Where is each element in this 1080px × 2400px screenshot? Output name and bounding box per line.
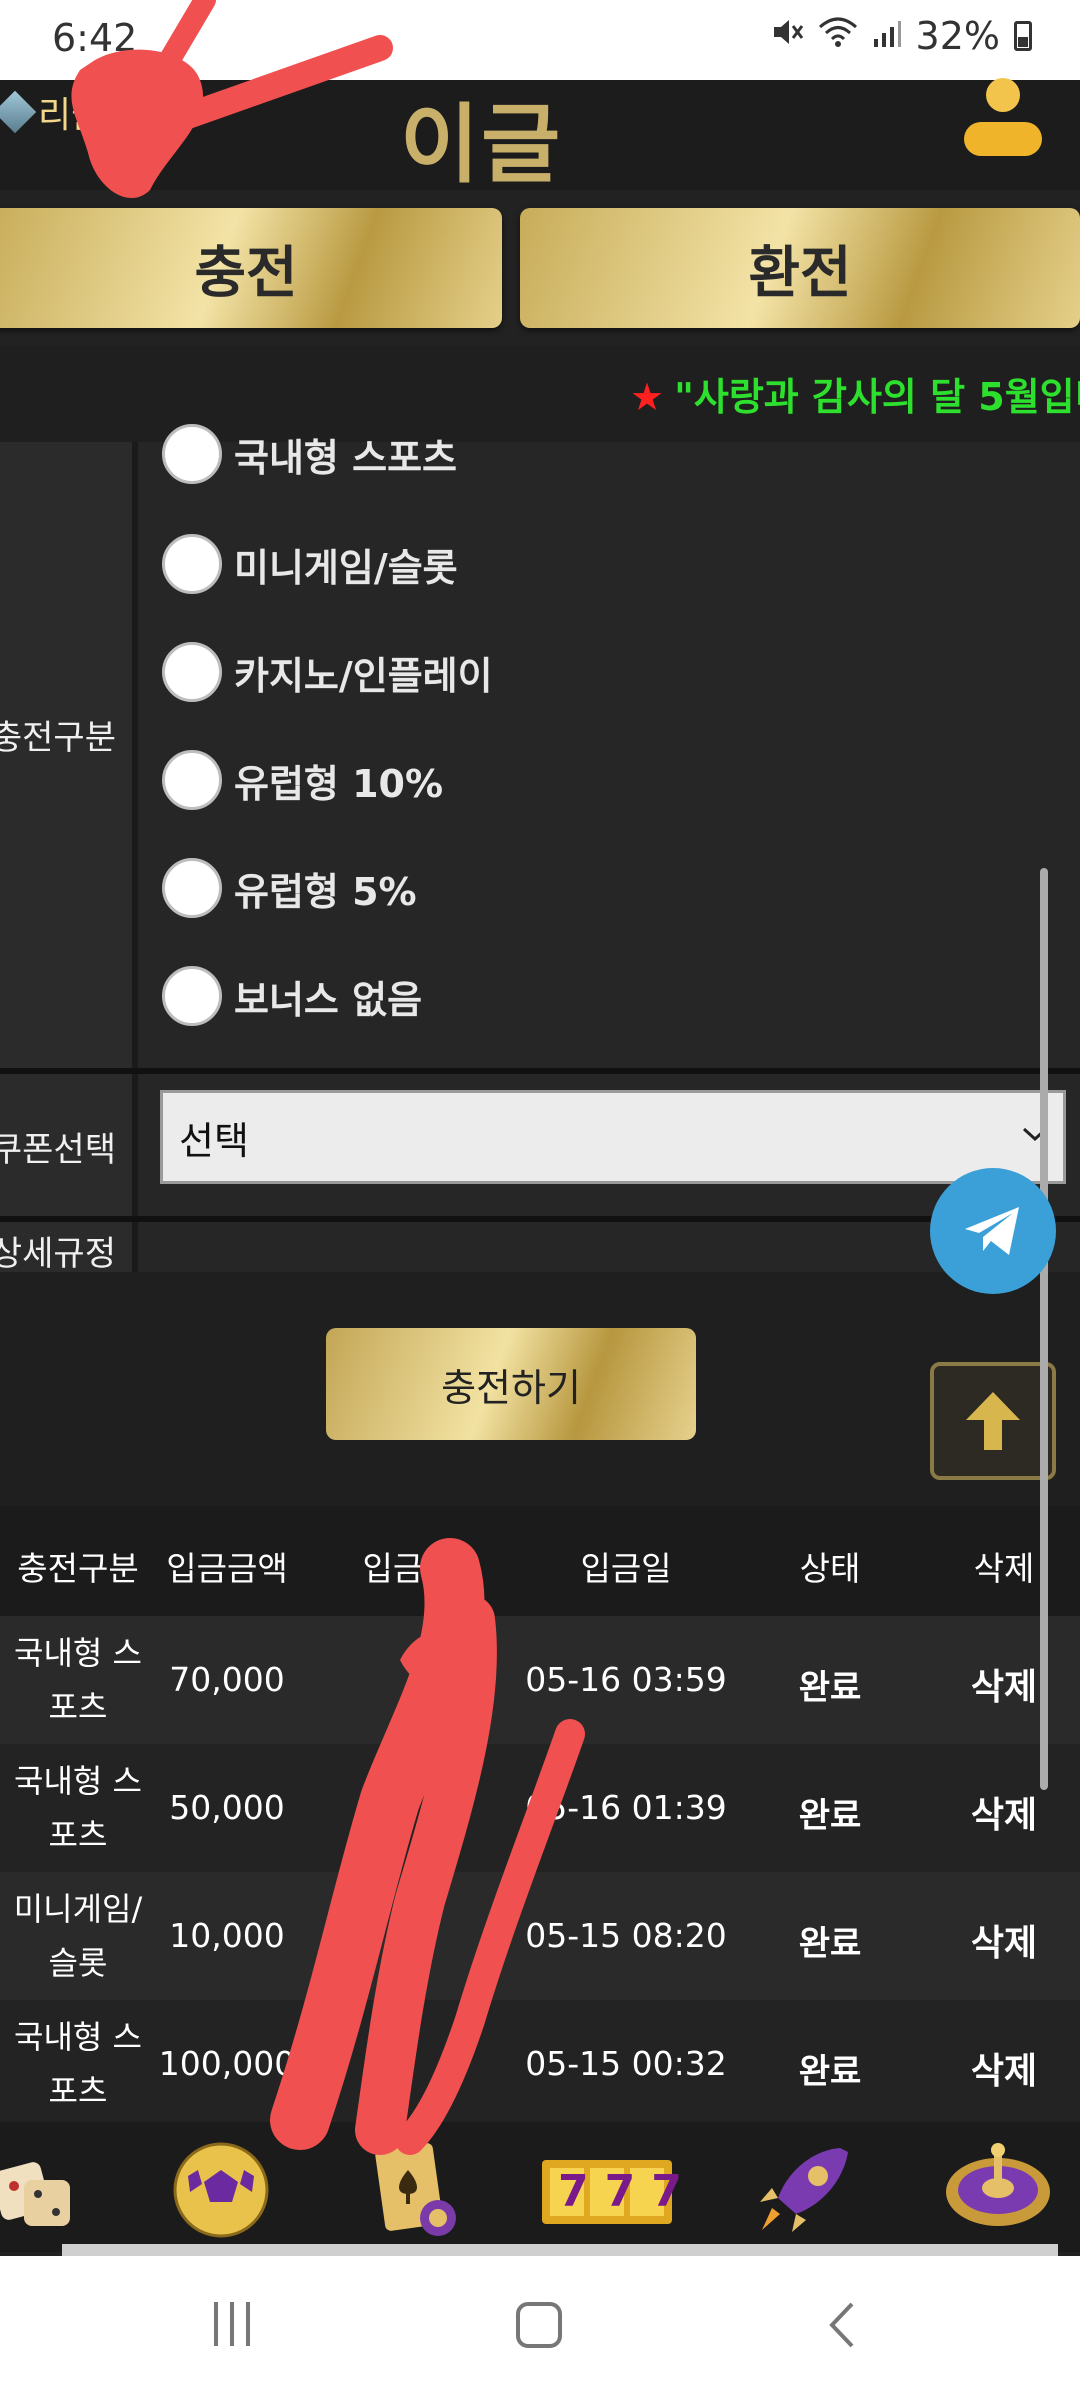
scrollbar[interactable] xyxy=(1040,868,1048,1790)
radio-circle[interactable] xyxy=(162,642,222,702)
option-minigame-slot[interactable]: 미니게임/슬롯 xyxy=(162,534,458,594)
status-icons: 32% xyxy=(770,14,1032,58)
row-type: 국내형 스포츠 xyxy=(14,1762,142,1854)
row-type: 국내형 스포츠 xyxy=(14,2018,142,2110)
option-no-bonus[interactable]: 보너스 없음 xyxy=(162,966,422,1026)
logo-text: 이글팀 xyxy=(400,95,563,190)
option-euro-5[interactable]: 유럽형 5% xyxy=(162,858,417,918)
notice-message: "사랑과 감사의 달 5월입니 xyxy=(674,375,1080,419)
rocket-icon[interactable] xyxy=(744,2140,860,2240)
recent-apps-icon[interactable] xyxy=(214,2302,250,2346)
coupon-label-cell: 쿠폰선택 xyxy=(0,1074,138,1216)
user-profile-icon[interactable] xyxy=(960,78,1046,158)
option-label: 유럽형 10% xyxy=(234,761,444,806)
user-name: 리슬 xyxy=(38,95,105,136)
coupon-select[interactable]: 선택 xyxy=(160,1090,1066,1184)
row-date: 05-15 08:20 xyxy=(525,1916,727,1955)
col-header-type: 충전구분 xyxy=(17,1549,139,1588)
row-date: 05-16 03:59 xyxy=(525,1660,727,1699)
col-header-date: 입금일 xyxy=(580,1549,672,1588)
back-icon[interactable] xyxy=(826,2300,856,2350)
signal-icon xyxy=(872,14,902,58)
coupon-label: 쿠폰선택 xyxy=(0,1130,116,1170)
soccer-ball-icon[interactable] xyxy=(168,2140,274,2240)
radio-circle[interactable] xyxy=(162,534,222,594)
submit-charge-button[interactable]: 충전하기 xyxy=(326,1328,696,1440)
radio-circle[interactable] xyxy=(162,858,222,918)
row-status: 완료 xyxy=(798,1668,862,1708)
table-header: 충전구분 입금금액 입금자 입금일 상태 삭제 xyxy=(0,1506,1080,1616)
category-label: 충전구분 xyxy=(0,718,116,758)
game-bar-scroll-indicator xyxy=(62,2244,1058,2256)
site-logo[interactable]: 이글팀 xyxy=(400,80,630,190)
option-label: 보너스 없음 xyxy=(234,977,423,1022)
option-label: 국내형 스포츠 xyxy=(234,435,457,480)
star-icon: ★ xyxy=(630,375,665,419)
mute-icon xyxy=(770,14,804,58)
rules-label-cell: 상세규정 xyxy=(0,1222,138,1274)
radio-circle[interactable] xyxy=(162,966,222,1026)
user-chip[interactable]: 리슬 xyxy=(0,86,104,138)
delete-button[interactable]: 삭제 xyxy=(944,1786,1064,1838)
option-sports-kr[interactable]: 국내형 스포츠 xyxy=(162,424,457,484)
row-status: 완료 xyxy=(798,1924,862,1964)
slot-777-icon[interactable]: 777 xyxy=(540,2140,682,2240)
table-row: 국내형 스포츠 100,000 05-15 00:32 완료 삭제 xyxy=(0,2000,1080,2128)
col-header-depositor: 입금자 xyxy=(362,1549,454,1588)
row-type: 국내형 스포츠 xyxy=(14,1634,142,1726)
roulette-icon[interactable] xyxy=(928,2140,1058,2240)
option-label: 미니게임/슬롯 xyxy=(234,545,458,590)
delete-button[interactable]: 삭제 xyxy=(944,1914,1064,1966)
row-date: 05-16 01:39 xyxy=(525,1788,727,1827)
coupon-select-value: 선택 xyxy=(179,1118,249,1163)
row-amount: 10,000 xyxy=(169,1916,285,1955)
radio-circle[interactable] xyxy=(162,424,222,484)
home-icon[interactable] xyxy=(516,2302,562,2348)
battery-icon xyxy=(1014,21,1032,51)
battery-percent: 32% xyxy=(915,14,1000,58)
table-row: 국내형 스포츠 70,000 05-16 03:59 완료 삭제 xyxy=(0,1616,1080,1744)
arrow-up-icon xyxy=(966,1392,1020,1450)
row-status: 완료 xyxy=(798,1796,862,1836)
option-euro-10[interactable]: 유럽형 10% xyxy=(162,750,443,810)
option-casino-inplay[interactable]: 카지노/인플레이 xyxy=(162,642,493,702)
scroll-top-button[interactable] xyxy=(930,1362,1056,1480)
radio-circle[interactable] xyxy=(162,750,222,810)
table-row: 국내형 스포츠 50,000 05-16 01:39 완료 삭제 xyxy=(0,1744,1080,1872)
slot-777-text: 777 xyxy=(558,2166,698,2217)
row-amount: 70,000 xyxy=(169,1660,285,1699)
option-label: 카지노/인플레이 xyxy=(234,653,493,698)
row-amount: 100,000 xyxy=(158,2044,296,2083)
table-row: 미니게임/슬롯 10,000 05-15 08:20 완료 삭제 xyxy=(0,1872,1080,2000)
cards-icon[interactable] xyxy=(366,2140,466,2240)
exchange-button[interactable]: 환전 xyxy=(520,208,1080,328)
status-bar: 6:42 32% xyxy=(0,0,1080,80)
telegram-icon xyxy=(965,1207,1019,1255)
notice-text: ★ "사랑과 감사의 달 5월입니 xyxy=(630,366,1080,421)
row-divider xyxy=(0,1068,1080,1074)
row-type: 미니게임/슬롯 xyxy=(13,1890,143,1982)
rules-label: 상세규정 xyxy=(0,1234,116,1274)
dice-icon[interactable] xyxy=(0,2140,80,2240)
row-divider xyxy=(0,1216,1080,1222)
row-status: 완료 xyxy=(798,2052,862,2092)
rank-badge-icon xyxy=(0,90,37,134)
col-header-status: 상태 xyxy=(799,1549,861,1588)
wifi-icon xyxy=(818,14,858,58)
row-date: 05-15 00:32 xyxy=(525,2044,727,2083)
option-label: 유럽형 5% xyxy=(234,869,417,914)
charge-button[interactable]: 충전 xyxy=(0,208,502,328)
category-label-cell: 충전구분 xyxy=(0,442,138,1068)
status-time: 6:42 xyxy=(52,16,138,60)
delete-button[interactable]: 삭제 xyxy=(944,2042,1064,2094)
telegram-button[interactable] xyxy=(930,1168,1056,1294)
col-header-amount: 입금금액 xyxy=(166,1549,288,1588)
row-amount: 50,000 xyxy=(169,1788,285,1827)
